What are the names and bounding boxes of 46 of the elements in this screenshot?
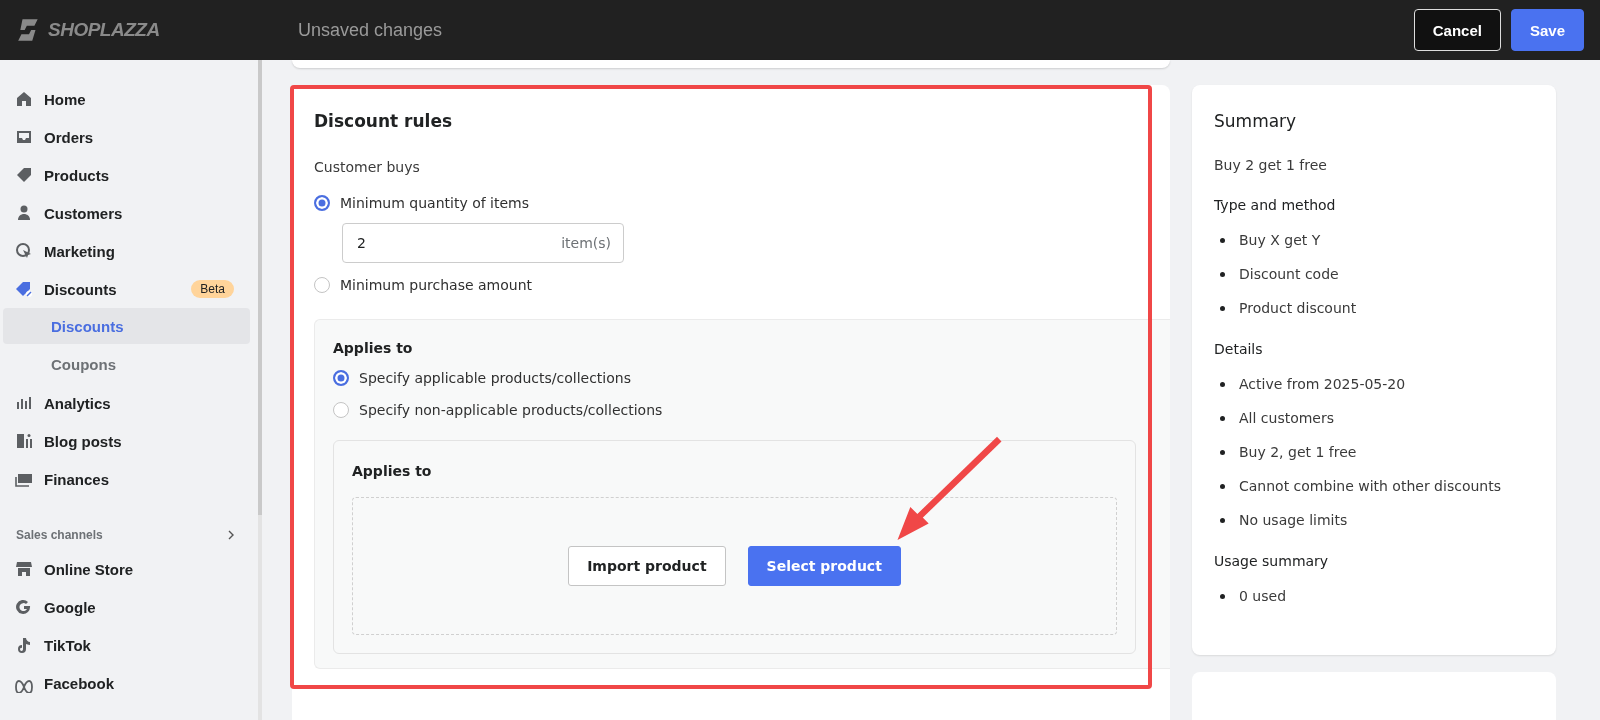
quantity-field[interactable]: 2 item(s) <box>342 223 624 263</box>
cancel-button[interactable]: Cancel <box>1413 9 1501 51</box>
select-product-button[interactable]: Select product <box>747 546 901 586</box>
nav-subitem[interactable]: Coupons <box>3 346 250 382</box>
nav-item[interactable]: Blog posts <box>0 422 258 460</box>
radio-label: Specify non-applicable products/collections <box>359 402 663 418</box>
summary-item: All customers <box>1239 410 1335 426</box>
card-title: Discount rules <box>314 111 454 131</box>
nav-item[interactable]: Google <box>0 588 258 626</box>
nav-item[interactable]: Finances <box>0 460 258 498</box>
summary-item: 0 used <box>1239 588 1287 604</box>
nav-item[interactable]: Discounts Beta <box>0 270 258 308</box>
nav-item[interactable]: Customers <box>0 194 258 232</box>
radio-label: Minimum quantity of items <box>340 195 529 211</box>
summary-item: Active from 2025-05-20 <box>1239 376 1406 392</box>
import-product-button[interactable]: Import product <box>568 546 726 586</box>
save-button[interactable]: Save <box>1510 9 1584 51</box>
radio-label: Specify applicable products/collections <box>359 370 631 386</box>
radio-label: Minimum purchase amount <box>340 277 533 293</box>
nav-item[interactable]: Facebook <box>0 664 258 702</box>
logo-text: SHOPLAZZA <box>48 19 160 41</box>
summary-item: Buy 2, get 1 free <box>1239 444 1357 460</box>
card-title: Summary <box>1214 111 1298 131</box>
summary-heading: Type and method <box>1214 197 1337 213</box>
section-title: Sales channels <box>16 528 103 542</box>
page-status: Unsaved changes <box>298 19 443 41</box>
nav-item[interactable]: Products <box>0 156 258 194</box>
summary-item: Cannot combine with other discounts <box>1239 478 1501 494</box>
summary-heading: Details <box>1214 341 1264 357</box>
summary-item: Discount code <box>1239 266 1339 282</box>
summary-item: Buy X get Y <box>1239 232 1321 248</box>
discount-name: Buy 2 get 1 free <box>1214 157 1328 173</box>
section-title: Applies to <box>333 340 414 356</box>
nav-item[interactable]: Analytics <box>0 384 258 422</box>
summary-item: No usage limits <box>1239 512 1348 528</box>
nav-subitem[interactable]: Discounts <box>3 308 250 344</box>
field-label: Customer buys <box>314 159 421 175</box>
nav-item[interactable]: TikTok <box>0 626 258 664</box>
summary-heading: Usage summary <box>1214 553 1330 569</box>
beta-badge: Beta <box>191 280 234 298</box>
section-title: Applies to <box>352 463 433 479</box>
nav-item[interactable]: Home <box>0 80 258 118</box>
nav-item[interactable]: Orders <box>0 118 258 156</box>
nav-item[interactable]: Marketing <box>0 232 258 270</box>
nav-item[interactable]: Online Store <box>0 550 258 588</box>
summary-item: Product discount <box>1239 300 1357 316</box>
